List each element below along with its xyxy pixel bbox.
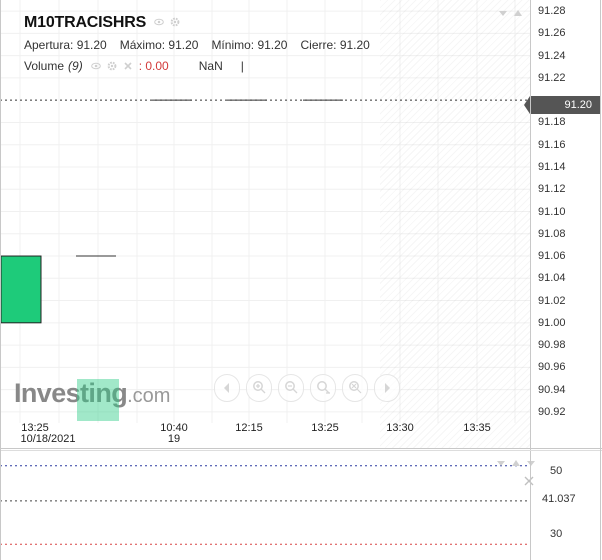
volume-nan: NaN <box>198 59 223 73</box>
close-icon[interactable] <box>123 61 133 71</box>
chart-widget: M10TRACISHRS Apertura: 91.20 Máximo: 91.… <box>0 0 602 560</box>
chart-header: M10TRACISHRS Apertura: 91.20 Máximo: 91.… <box>0 0 530 80</box>
price-tick: 90.98 <box>538 339 566 352</box>
price-tick: 91.18 <box>538 116 566 129</box>
oscillator-canvas <box>0 465 530 545</box>
zoom-reset-button[interactable] <box>310 374 336 402</box>
symbol-controls <box>154 17 180 27</box>
right-border <box>600 0 601 560</box>
date-tick: 19 <box>167 433 181 445</box>
high-value: Máximo: 91.20 <box>119 38 199 52</box>
logo-suffix: .com <box>127 385 171 407</box>
axis-divider <box>530 0 531 560</box>
open-value: Apertura: 91.20 <box>24 38 107 52</box>
oscillator-tick: 41.037 <box>542 493 576 505</box>
gear-icon[interactable] <box>170 17 180 27</box>
time-tick: 13:30 <box>386 422 414 434</box>
price-tick: 91.22 <box>538 71 566 84</box>
time-tick: 12:15 <box>235 422 263 434</box>
zoom-out-button[interactable] <box>278 374 304 402</box>
chart-navigation <box>214 374 400 402</box>
oscillator-tick: 50 <box>550 465 563 477</box>
volume-legend: Volume (9) : 0.00 NaN | <box>24 59 244 73</box>
price-tick: 91.08 <box>538 227 566 240</box>
price-tick: 91.14 <box>538 160 566 173</box>
arrow-up-icon[interactable] <box>513 8 523 18</box>
price-tick: 91.04 <box>538 272 566 285</box>
scroll-right-button[interactable] <box>374 374 400 402</box>
volume-value: : 0.00 <box>138 59 169 73</box>
arrow-right-icon <box>385 383 390 393</box>
date-tick: 10/18/2021 <box>20 433 76 445</box>
volume-count: (9) <box>68 59 83 73</box>
price-tick: 90.94 <box>538 383 566 396</box>
oscillator-pane[interactable] <box>0 450 535 560</box>
volume-label: Volume <box>24 59 65 73</box>
time-tick: 13:35 <box>463 422 491 434</box>
price-tick: 90.96 <box>538 361 566 374</box>
oscillator-tick: 30 <box>550 528 563 540</box>
current-price-tag: 91.20 <box>524 96 600 114</box>
price-tick: 91.02 <box>538 294 566 307</box>
logo-highlight-box <box>77 379 119 421</box>
eye-icon[interactable] <box>154 17 164 27</box>
eye-icon[interactable] <box>90 61 101 71</box>
arrow-left-icon <box>224 383 229 393</box>
price-tick: 91.26 <box>538 27 566 40</box>
price-tick: 91.12 <box>538 183 566 196</box>
price-tick: 91.24 <box>538 49 566 62</box>
chevron-down-icon[interactable] <box>498 8 508 18</box>
pane-divider-inner <box>0 450 602 451</box>
zoom-in-icon <box>253 381 266 394</box>
price-axis[interactable]: 91.28 91.26 91.24 91.22 91.18 91.16 91.14 91.12… <box>524 0 602 448</box>
close-value: Cierre: 91.20 <box>300 38 370 52</box>
price-tick: 91.28 <box>538 5 566 18</box>
candle-body <box>0 255 42 324</box>
price-pane[interactable]: M10TRACISHRS Apertura: 91.20 Máximo: 91.… <box>0 0 530 448</box>
volume-controls <box>90 61 133 71</box>
fit-all-icon <box>349 381 362 394</box>
chevron-down-icon[interactable] <box>496 458 506 468</box>
zoom-in-button[interactable] <box>246 374 272 402</box>
time-tick: 13:25 <box>311 422 339 434</box>
fit-all-button[interactable] <box>342 374 368 402</box>
time-axis[interactable]: 13:25 10:40 12:15 13:25 13:30 13:35 10/1… <box>0 420 530 448</box>
symbol-title: M10TRACISHRS <box>24 14 147 31</box>
pane-divider[interactable] <box>0 448 602 449</box>
scroll-left-button[interactable] <box>214 374 240 402</box>
pane-controls <box>498 8 523 18</box>
oscillator-axis[interactable]: 50 41.037 30 <box>530 450 602 560</box>
arrow-up-icon[interactable] <box>511 458 521 468</box>
low-value: Mínimo: 91.20 <box>211 38 288 52</box>
price-tick: 91.10 <box>538 205 566 218</box>
price-tick: 91.16 <box>538 138 566 151</box>
price-tick: 90.92 <box>538 405 566 418</box>
price-tick: 91.00 <box>538 316 566 329</box>
zoom-reset-icon <box>317 381 330 394</box>
gear-icon[interactable] <box>107 61 117 71</box>
left-border <box>0 0 1 560</box>
ohlc-readout: Apertura: 91.20 Máximo: 91.20 Mínimo: 91… <box>24 38 370 52</box>
zoom-out-icon <box>285 381 298 394</box>
text-cursor: | <box>240 59 244 73</box>
price-tick: 91.06 <box>538 250 566 263</box>
